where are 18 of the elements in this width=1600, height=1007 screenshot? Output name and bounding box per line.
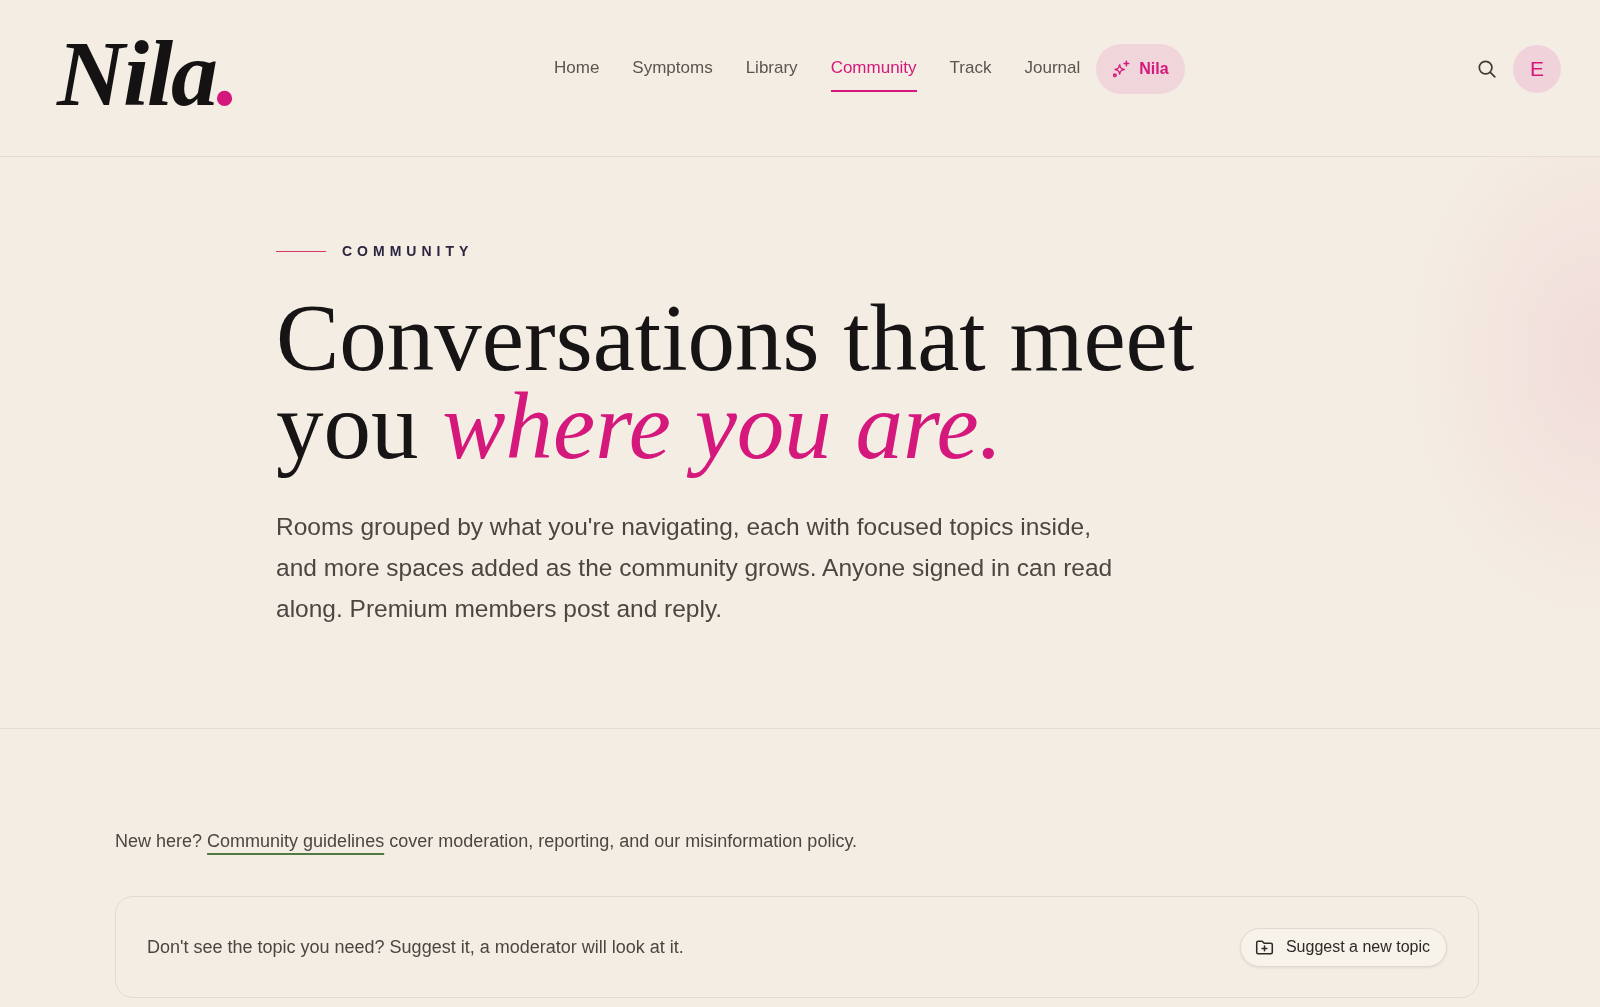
- nav-link[interactable]: Library: [745, 46, 798, 92]
- assistant-button[interactable]: Nila: [1096, 44, 1185, 94]
- search-icon[interactable]: [1478, 60, 1496, 78]
- section-eyebrow: COMMUNITY: [342, 243, 474, 260]
- guidelines-note: New here? Community guidelines cover moderation, reporting, and our misinformation policy.: [115, 830, 859, 853]
- nav-link[interactable]: Community: [830, 46, 917, 92]
- nav-link[interactable]: Symptoms: [632, 46, 713, 92]
- suggest-topic-prompt: Don't see the topic you need? Suggest it, a moderator will look at it.: [147, 936, 684, 958]
- hero-intro: Rooms grouped by what you're navigating, each with focused topics inside, and more spaces added as the community grows. Anyone signed in can read along. Premium members post and reply.: [276, 512, 1114, 624]
- user-avatar[interactable]: E: [1513, 45, 1561, 93]
- nav-link[interactable]: Journal: [1024, 46, 1081, 92]
- guidelines-link[interactable]: Community guidelines: [207, 831, 385, 851]
- logo[interactable]: Nila.: [57, 26, 238, 120]
- suggest-topic-button[interactable]: Suggest a new topic: [1239, 927, 1447, 967]
- hero-heading: Conversations that meet you where you are.: [276, 292, 1196, 481]
- nav-link[interactable]: Home: [554, 46, 600, 92]
- sparkle-icon: [1112, 60, 1131, 78]
- nav-link[interactable]: Track: [949, 46, 992, 92]
